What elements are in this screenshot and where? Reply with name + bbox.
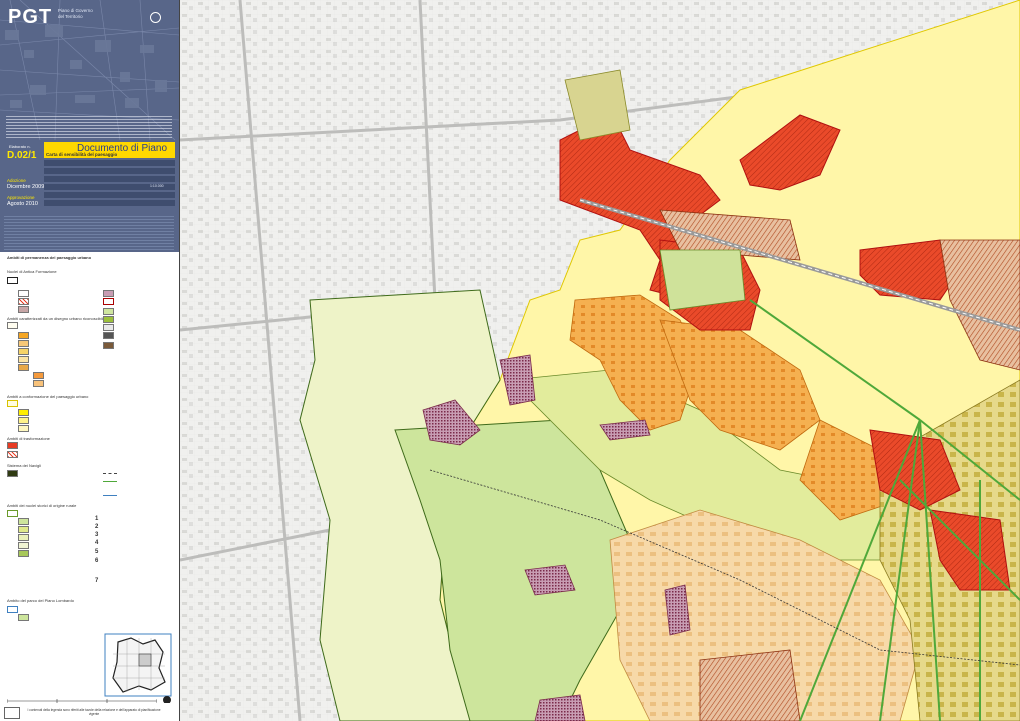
legend-swatch: [18, 425, 29, 432]
date-label-1: Adozione: [7, 178, 26, 183]
legend-swatch: [103, 332, 114, 339]
locator-map: [104, 633, 172, 697]
legend-swatch: [7, 606, 18, 613]
legend-swatch: [7, 470, 18, 477]
info-row-2: [44, 168, 175, 174]
info-row-1: [44, 160, 175, 166]
legend-swatch: [18, 534, 29, 541]
legend-section-7: Ambito del parco del Piano Lombardo: [7, 598, 74, 603]
date-1: Dicembre 2009: [7, 184, 45, 190]
legend-swatch: [7, 442, 18, 449]
legend-section-3: Ambiti a conformazione del paesaggio urb…: [7, 394, 89, 399]
legend-swatch: [7, 400, 18, 407]
legend-swatch: [18, 356, 29, 363]
legend-section-6: Ambiti dei nuclei storici di origine rur…: [7, 503, 77, 508]
legend-number: 3: [95, 532, 99, 538]
legend-swatch: [18, 290, 29, 297]
footer: I contenuti della legenda sono riferiti …: [0, 703, 179, 721]
plan-name-line2: del Territorio: [58, 14, 83, 19]
credits-block: [4, 214, 174, 250]
legend-swatch: [7, 322, 18, 329]
legend-swatch: [7, 451, 18, 458]
legend-swatch: [18, 409, 29, 416]
legend-swatch: [18, 614, 29, 621]
description-text-block: [6, 114, 172, 138]
logo-text: PGT: [8, 6, 53, 28]
footer-note: I contenuti della legenda sono riferiti …: [27, 708, 161, 716]
legend-swatch: [103, 290, 114, 297]
legend-swatch: [33, 380, 44, 387]
legend-swatch: [18, 417, 29, 424]
legend-number: 1: [95, 516, 99, 522]
legend-number: 6: [95, 558, 99, 564]
legend-sidebar: PGT Piano di Governo del Territorio Elab…: [0, 0, 180, 721]
info-row-5: [44, 192, 175, 198]
map-canvas[interactable]: [180, 0, 1020, 721]
legend-line: [103, 473, 117, 474]
legend-section-2: Ambiti caratterizzati da un disegno urba…: [7, 316, 105, 321]
legend-section-1: Nuclei di Antica Formazione: [7, 269, 57, 274]
document-subtitle: Carta di sensibilità del paesaggio: [46, 152, 118, 157]
legend-section-4: Ambiti di trasformazione: [7, 436, 50, 441]
legend-swatch: [18, 348, 29, 355]
legend-swatch: [18, 298, 29, 305]
scale-value: 1:10.000: [150, 184, 164, 188]
legend-number: 5: [95, 549, 99, 555]
legend-swatch-nuclei: [7, 277, 18, 284]
legend-section-5: Sistema dei Navigli: [7, 463, 42, 468]
legend-number: 2: [95, 524, 99, 530]
date-label-2: Approvazione: [7, 195, 35, 200]
legend-swatch: [33, 372, 44, 379]
legend: Ambiti di permanenza del paesaggio urban…: [0, 252, 179, 721]
zone-striped: [699, 649, 801, 721]
legend-swatch: [103, 298, 114, 305]
legend-swatch: [18, 306, 29, 313]
legend-swatch: [7, 510, 18, 517]
info-row-3: [44, 176, 175, 182]
zone-park: [659, 249, 746, 311]
header-panel: PGT Piano di Governo del Territorio Elab…: [0, 0, 179, 252]
legend-swatch: [18, 518, 29, 525]
legend-line: [103, 481, 117, 482]
plan-name-line1: Piano di Governo: [58, 8, 93, 13]
code-label: Elaborato n.: [9, 144, 31, 149]
legend-swatch: [18, 340, 29, 347]
legend-title: Ambiti di permanenza del paesaggio urban…: [7, 255, 92, 260]
legend-number: 4: [95, 540, 99, 546]
legend-line: [103, 495, 117, 496]
date-2: Agosto 2010: [7, 201, 38, 207]
plate-code: D.02/1: [7, 150, 37, 161]
legend-swatch: [18, 332, 29, 339]
logo-icon: [4, 707, 20, 719]
title-block: Elaborato n. D.02/1 Documento di Piano C…: [5, 142, 175, 212]
legend-swatch: [103, 324, 114, 331]
compass-icon: [150, 12, 161, 23]
legend-swatch: [103, 316, 114, 323]
legend-number: 7: [95, 578, 99, 584]
info-row-6: [44, 200, 175, 206]
legend-swatch: [18, 550, 29, 557]
legend-swatch: [18, 364, 29, 371]
legend-swatch: [103, 342, 114, 349]
legend-swatch: [103, 308, 114, 315]
legend-swatch: [18, 526, 29, 533]
legend-swatch: [18, 542, 29, 549]
